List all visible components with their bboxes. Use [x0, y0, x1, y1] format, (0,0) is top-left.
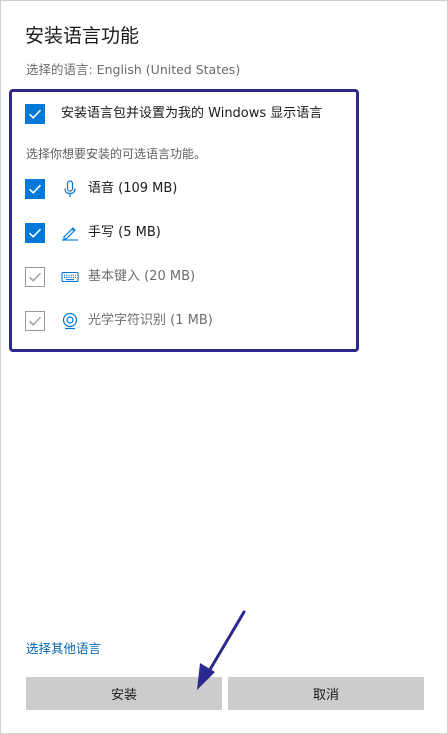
checkmark-icon	[29, 316, 42, 326]
ocr-checkbox	[25, 311, 45, 331]
display-language-option[interactable]: 安装语言包并设置为我的 Windows 显示语言	[25, 104, 322, 124]
choose-other-language-link[interactable]: 选择其他语言	[26, 640, 101, 658]
keyboard-icon	[61, 268, 79, 286]
display-language-label: 安装语言包并设置为我的 Windows 显示语言	[61, 106, 323, 121]
feature-item-speech[interactable]: 语音 (109 MB)	[25, 179, 177, 199]
handwriting-checkbox[interactable]	[25, 223, 45, 243]
feature-item-basic-typing: 基本键入 (20 MB)	[25, 267, 195, 287]
basic-typing-checkbox	[25, 267, 45, 287]
basic-typing-label: 基本键入 (20 MB)	[88, 269, 196, 284]
speech-checkbox[interactable]	[25, 179, 45, 199]
feature-item-handwriting[interactable]: 手写 (5 MB)	[25, 223, 161, 243]
checkmark-icon	[28, 228, 42, 238]
microphone-icon	[61, 180, 79, 198]
display-language-checkbox[interactable]	[25, 104, 45, 124]
dialog-title: 安装语言功能	[25, 25, 140, 47]
cancel-button[interactable]: 取消	[228, 677, 424, 710]
checkmark-icon	[29, 272, 42, 282]
ocr-label: 光学字符识别 (1 MB)	[88, 313, 213, 328]
checkmark-icon	[28, 109, 42, 119]
speech-label: 语音 (109 MB)	[88, 181, 178, 196]
install-button[interactable]: 安装	[26, 677, 222, 710]
selected-language-label: 选择的语言: English (United States)	[26, 62, 241, 77]
feature-item-ocr: 光学字符识别 (1 MB)	[25, 311, 213, 331]
ocr-icon	[61, 312, 79, 330]
pen-icon	[61, 224, 79, 242]
features-section-label: 选择你想要安装的可选语言功能。	[26, 147, 207, 161]
handwriting-label: 手写 (5 MB)	[88, 225, 161, 240]
checkmark-icon	[28, 184, 42, 194]
dialog-window: 安装语言功能 选择的语言: English (United States) 安装…	[0, 0, 448, 734]
